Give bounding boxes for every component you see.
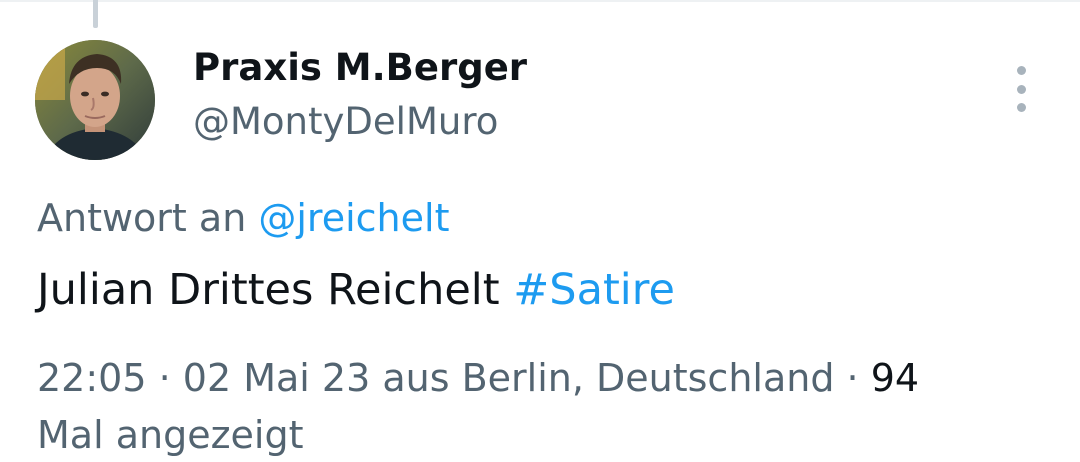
dot xyxy=(1016,103,1026,112)
avatar-image xyxy=(35,40,155,160)
divider xyxy=(0,0,1080,2)
separator: · xyxy=(146,356,183,400)
author-handle[interactable]: @MontyDelMuro xyxy=(193,100,498,143)
more-icon[interactable] xyxy=(1006,66,1036,112)
tweet-card[interactable]: Praxis M.Berger @MontyDelMuro Antwort an… xyxy=(0,0,1080,462)
tweet-date-location: 02 Mai 23 aus Berlin, Deutschland xyxy=(182,356,835,400)
reply-to-handle-link[interactable]: @jreichelt xyxy=(258,196,449,240)
tweet-body-text: Julian Drittes Reichelt xyxy=(37,265,500,315)
reply-prefix: Antwort an xyxy=(37,196,247,240)
views-count: 94 xyxy=(870,356,920,400)
hashtag-link[interactable]: #Satire xyxy=(513,265,675,315)
views-label: Mal angezeigt xyxy=(37,413,304,457)
reply-context: Antwort an @jreichelt xyxy=(37,196,449,240)
separator: · xyxy=(834,356,871,400)
dot xyxy=(1016,66,1026,75)
avatar[interactable] xyxy=(35,40,155,160)
tweet-text: Julian Drittes Reichelt #Satire xyxy=(37,265,675,315)
dot xyxy=(1016,84,1026,94)
tweet-meta: 22:05 · 02 Mai 23 aus Berlin, Deutschlan… xyxy=(37,350,1037,462)
tweet-time[interactable]: 22:05 xyxy=(37,356,147,400)
thread-connector-line xyxy=(93,0,98,28)
author-display-name[interactable]: Praxis M.Berger xyxy=(193,46,527,89)
